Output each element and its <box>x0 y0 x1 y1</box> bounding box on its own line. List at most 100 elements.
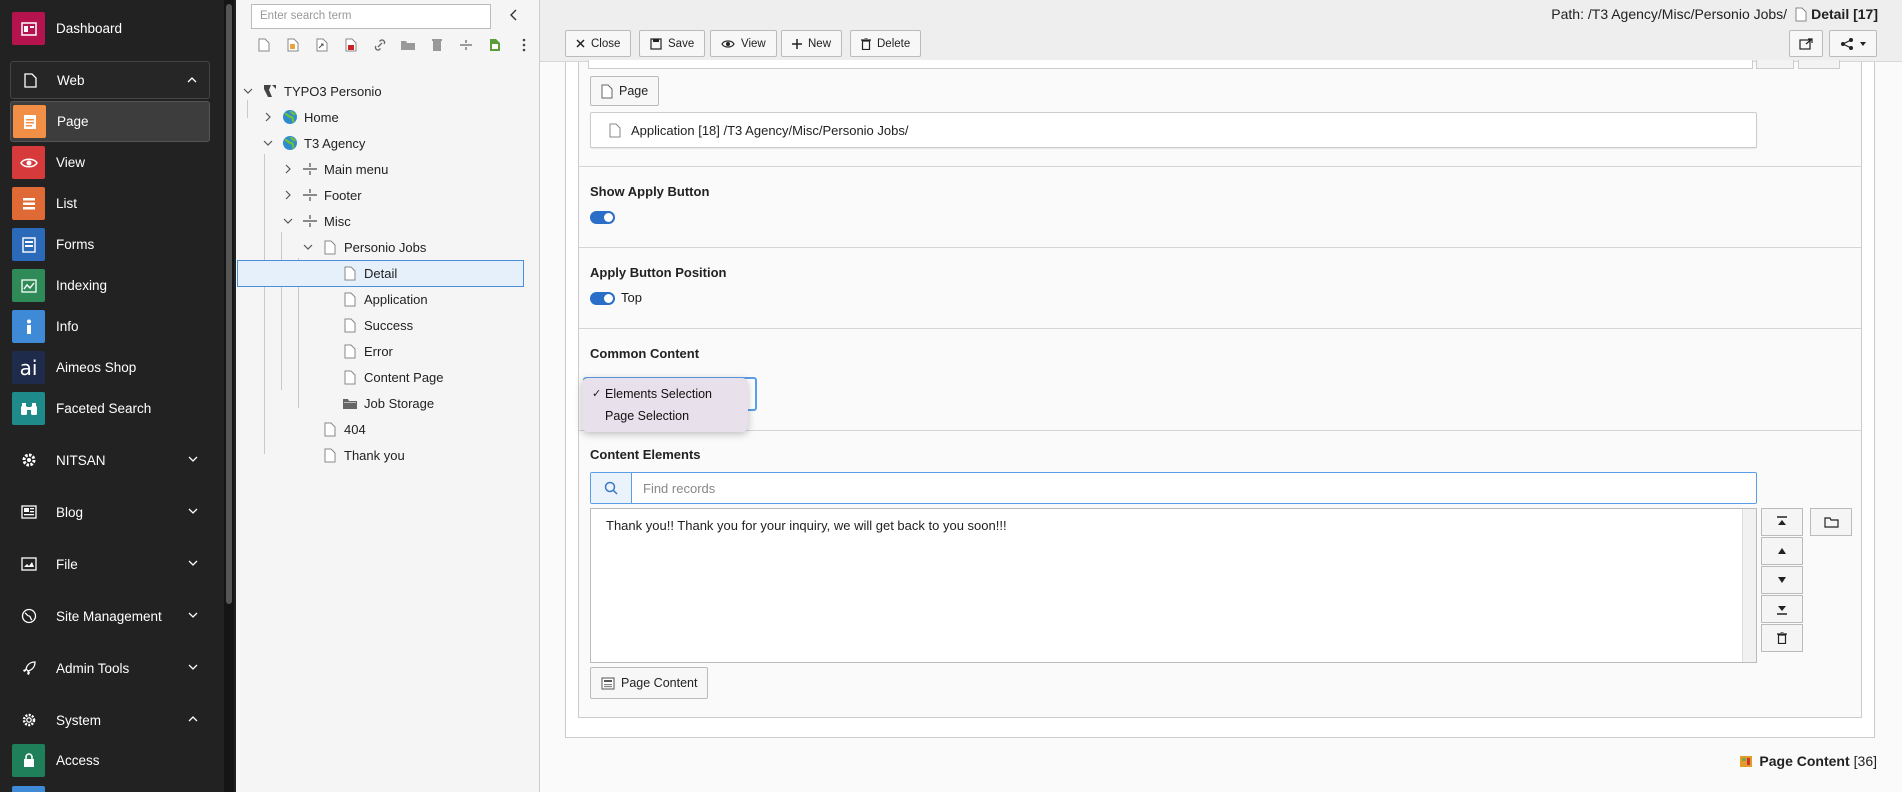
module-faceted-search[interactable]: Faceted Search <box>0 388 222 429</box>
delete-button[interactable]: Delete <box>850 30 922 57</box>
tree-node-label: Home <box>304 109 339 125</box>
browse-records-button[interactable] <box>1810 508 1852 536</box>
module-group-admin-tools[interactable]: Admin Tools <box>10 649 210 687</box>
link-icon[interactable] <box>365 36 394 54</box>
mountpoint-page-icon[interactable] <box>336 36 365 54</box>
find-records-input[interactable]: Find records <box>590 472 1757 504</box>
tree-node-footer[interactable]: Footer <box>282 182 362 208</box>
collapse-tree-icon[interactable] <box>508 8 520 22</box>
content-elements-list[interactable]: Thank you!! Thank you for your inquiry, … <box>590 508 1757 663</box>
save-button[interactable]: Save <box>639 30 706 57</box>
spacer-page-icon <box>302 187 318 203</box>
add-page-content-button[interactable]: Page Content <box>590 667 709 699</box>
module-group-site-management[interactable]: Site Management <box>10 597 210 635</box>
tree-node-label: Job Storage <box>364 395 435 411</box>
chevron-right-icon[interactable] <box>282 189 294 201</box>
spacer-icon[interactable] <box>452 36 481 54</box>
chevron-down-icon <box>188 664 198 670</box>
recycler-icon[interactable] <box>423 36 452 54</box>
open-new-window-button[interactable] <box>1789 30 1823 57</box>
apply-button-position-value: Top <box>621 290 642 305</box>
module-group-nitsan[interactable]: NITSAN <box>10 441 210 479</box>
chevron-down-icon <box>188 612 198 618</box>
new-page-icon[interactable] <box>250 36 279 54</box>
chevron-right-icon[interactable] <box>282 163 294 175</box>
move-top-button[interactable] <box>1761 508 1803 536</box>
page-record-item[interactable]: Application [18] /T3 Agency/Misc/Personi… <box>590 112 1757 148</box>
module-access[interactable]: Access <box>0 740 222 781</box>
module-menu-scrollbar[interactable] <box>224 0 234 792</box>
show-apply-button-toggle[interactable] <box>590 211 615 224</box>
dropdown-option-page-selection[interactable]: Page Selection <box>605 409 689 423</box>
tree-node-content-page[interactable]: Content Page <box>342 364 444 390</box>
move-down-button[interactable] <box>1761 566 1803 594</box>
move-bottom-button[interactable] <box>1761 595 1803 623</box>
chevron-down-icon[interactable] <box>242 85 254 97</box>
close-button[interactable]: Close <box>565 30 632 57</box>
module-group-system[interactable]: System <box>10 701 210 739</box>
tree-node-404[interactable]: 404 <box>322 416 366 442</box>
new-page-special-icon[interactable] <box>279 36 308 54</box>
tree-node-t3-agency[interactable]: T3 Agency <box>262 130 365 156</box>
module-group-blog[interactable]: Blog <box>10 493 210 531</box>
typo3-logo-icon <box>262 83 278 99</box>
move-up-button[interactable] <box>1761 537 1803 565</box>
shortcut-page-icon[interactable] <box>308 36 337 54</box>
rocket-icon <box>19 658 39 678</box>
dropdown-option-elements-selection[interactable]: Elements Selection <box>605 387 712 401</box>
module-aimeos-label: Aimeos Shop <box>56 360 137 375</box>
tree-node-misc[interactable]: Misc <box>282 208 351 234</box>
folder-open-icon <box>1823 517 1839 528</box>
module-menu-scroll-thumb[interactable] <box>226 4 232 604</box>
tree-node-job-storage[interactable]: Job Storage <box>342 390 434 416</box>
tree-node-home[interactable]: Home <box>262 104 339 130</box>
more-options-icon[interactable] <box>509 36 538 54</box>
module-group-web[interactable]: Web <box>10 61 210 99</box>
module-dashboard[interactable]: Dashboard <box>0 8 222 49</box>
backend-user-folder-icon[interactable] <box>480 36 509 54</box>
tree-node-thank-you[interactable]: Thank you <box>322 442 405 468</box>
tree-node-personio-jobs[interactable]: Personio Jobs <box>302 234 426 260</box>
newspaper-icon <box>19 502 39 522</box>
page-icon <box>13 105 46 138</box>
chevron-down-icon[interactable] <box>282 215 294 227</box>
new-button[interactable]: New <box>781 30 843 57</box>
chevron-down-icon <box>188 456 198 462</box>
tree-node-error[interactable]: Error <box>342 338 393 364</box>
folder-icon[interactable] <box>394 36 423 54</box>
tree-node-root[interactable]: TYPO3 Personio <box>242 78 382 104</box>
module-info[interactable]: Info <box>0 306 222 347</box>
tree-node-success[interactable]: Success <box>342 312 413 338</box>
tree-node-main-menu[interactable]: Main menu <box>282 156 388 182</box>
footer-record-info: Page Content [36] <box>1739 753 1877 769</box>
indexing-icon <box>12 269 45 302</box>
checkmark-icon: ✓ <box>592 388 602 400</box>
tree-search-input[interactable]: Enter search term <box>251 4 491 29</box>
apply-button-position-toggle[interactable] <box>590 292 615 305</box>
view-button[interactable]: View <box>710 30 777 57</box>
module-list[interactable]: List <box>0 183 222 224</box>
remove-item-button[interactable] <box>1761 624 1803 652</box>
new-button-label: New <box>808 37 832 50</box>
page-selector-button[interactable]: Page <box>590 76 660 106</box>
plus-icon <box>792 38 802 49</box>
chevron-down-icon[interactable] <box>262 137 274 149</box>
module-view[interactable]: View <box>0 142 222 183</box>
module-forms[interactable]: Forms <box>0 224 222 265</box>
tree-node-application[interactable]: Application <box>342 286 428 312</box>
tree-node-detail[interactable]: Detail <box>342 260 397 286</box>
module-menu: Dashboard Web Page View List Forms Index… <box>0 0 236 792</box>
module-page[interactable]: Page <box>10 101 210 142</box>
page-doc-icon <box>342 265 358 281</box>
module-group-file[interactable]: File <box>10 545 210 583</box>
content-element-item[interactable]: Thank you!! Thank you for your inquiry, … <box>606 518 1007 533</box>
chevron-down-icon[interactable] <box>302 241 314 253</box>
module-aimeos-shop[interactable]: ai Aimeos Shop <box>0 347 222 388</box>
chevron-right-icon[interactable] <box>262 111 274 123</box>
share-button[interactable] <box>1829 30 1877 57</box>
module-indexing[interactable]: Indexing <box>0 265 222 306</box>
web-group-icon <box>20 70 40 90</box>
eye-icon <box>12 146 45 179</box>
list-scrollbar[interactable] <box>1742 509 1756 662</box>
move-top-icon <box>1777 516 1787 525</box>
